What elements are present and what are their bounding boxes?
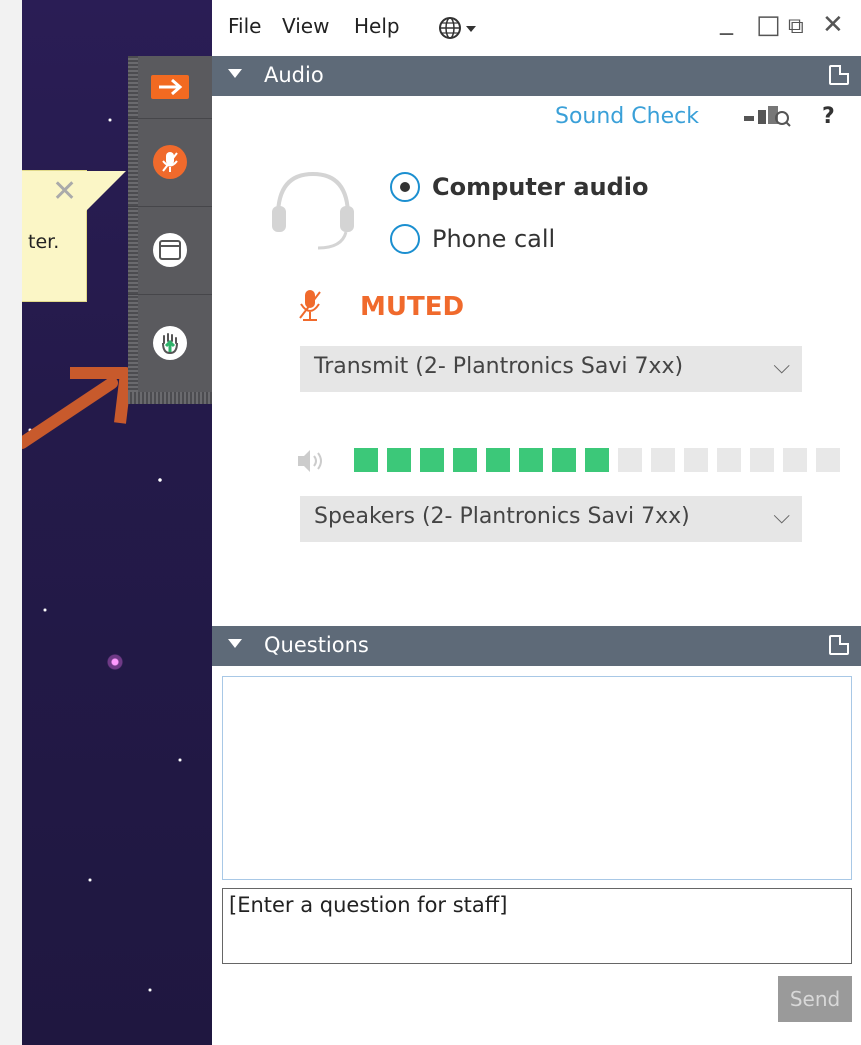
phone-call-radio[interactable] xyxy=(390,224,420,254)
computer-audio-radio[interactable] xyxy=(390,172,420,202)
phone-call-option[interactable]: Phone call xyxy=(390,224,555,254)
window-edge xyxy=(0,0,22,1045)
toolbar-grip[interactable] xyxy=(128,392,212,404)
control-panel: File View Help _ □ ⧉ ✕ Audio Sound Check xyxy=(212,0,861,1045)
transmit-device-value: Transmit (2- Plantronics Savi 7xx) xyxy=(314,354,684,379)
computer-audio-label: Computer audio xyxy=(432,173,649,201)
volume-level-bar xyxy=(453,448,477,472)
popout-icon[interactable] xyxy=(829,65,849,85)
volume-level-bar xyxy=(684,448,708,472)
language-menu[interactable] xyxy=(438,16,484,46)
volume-level-bar xyxy=(618,448,642,472)
question-input[interactable]: [Enter a question for staff] xyxy=(222,888,852,964)
headset-icon xyxy=(272,171,354,250)
audio-section-header[interactable]: Audio xyxy=(212,56,861,96)
computer-audio-option[interactable]: Computer audio xyxy=(390,172,649,202)
volume-level-bar xyxy=(387,448,411,472)
volume-level-bar xyxy=(750,448,774,472)
volume-level-bar xyxy=(783,448,807,472)
raise-hand-icon xyxy=(153,326,187,360)
toolbar-raise-hand-button[interactable] xyxy=(128,294,212,392)
close-button[interactable]: ✕ xyxy=(822,10,844,40)
toolbar-collapse-button[interactable] xyxy=(128,56,212,119)
volume-level-bar xyxy=(717,448,741,472)
popout-icon[interactable] xyxy=(829,635,849,655)
annotation-arrow-icon xyxy=(22,367,132,449)
audio-header-title: Audio xyxy=(264,63,324,87)
chevron-down-icon xyxy=(466,26,476,32)
speakers-device-select[interactable]: Speakers (2- Plantronics Savi 7xx) ⌵ xyxy=(300,496,802,542)
volume-level-bar xyxy=(552,448,576,472)
muted-status: MUTED xyxy=(360,292,465,322)
volume-level-bar xyxy=(651,448,675,472)
volume-level-bar xyxy=(585,448,609,472)
chevron-down-icon: ⌵ xyxy=(773,354,790,379)
transmit-device-select[interactable]: Transmit (2- Plantronics Savi 7xx) ⌵ xyxy=(300,346,802,392)
send-button[interactable]: Send xyxy=(778,976,852,1022)
tooltip-callout: ✕ ter. xyxy=(22,170,126,302)
collapse-triangle-icon xyxy=(228,69,242,78)
muted-microphone-icon[interactable] xyxy=(298,288,322,326)
volume-level-bar xyxy=(519,448,543,472)
tooltip-close-icon[interactable]: ✕ xyxy=(52,177,77,207)
speaker-volume-icon xyxy=(298,450,322,472)
arrow-right-icon xyxy=(151,75,189,99)
collapse-triangle-icon xyxy=(228,639,242,648)
minimize-button[interactable]: _ xyxy=(720,6,733,36)
volume-level-bar xyxy=(420,448,444,472)
help-icon[interactable]: ? xyxy=(822,104,835,129)
toolbar-mute-button[interactable] xyxy=(128,118,212,207)
audio-settings-icon[interactable] xyxy=(744,104,804,130)
phone-call-label: Phone call xyxy=(432,225,556,253)
maximize-button[interactable]: □ xyxy=(756,10,781,40)
volume-level-bar xyxy=(486,448,510,472)
questions-log[interactable] xyxy=(222,676,852,880)
toolbar-screen-button[interactable] xyxy=(128,206,212,295)
popout-button[interactable]: ⧉ xyxy=(788,14,804,39)
floating-toolbar xyxy=(128,56,212,404)
volume-level-bar xyxy=(354,448,378,472)
muted-microphone-icon xyxy=(153,145,187,179)
questions-header-title: Questions xyxy=(264,633,369,657)
chevron-down-icon: ⌵ xyxy=(773,504,790,529)
speakers-device-value: Speakers (2- Plantronics Savi 7xx) xyxy=(314,504,690,529)
question-input-placeholder: [Enter a question for staff] xyxy=(229,893,508,917)
volume-meter xyxy=(354,448,849,472)
tooltip-text: ter. xyxy=(28,231,60,253)
menu-file[interactable]: File xyxy=(228,14,261,38)
questions-section-header[interactable]: Questions xyxy=(212,626,861,666)
menu-help[interactable]: Help xyxy=(354,14,400,38)
window-icon xyxy=(153,233,187,267)
globe-icon xyxy=(439,17,476,39)
sound-check-link[interactable]: Sound Check xyxy=(555,104,699,129)
menu-view[interactable]: View xyxy=(282,14,329,38)
menu-bar: File View Help _ □ ⧉ ✕ xyxy=(212,0,861,56)
volume-level-bar xyxy=(816,448,840,472)
